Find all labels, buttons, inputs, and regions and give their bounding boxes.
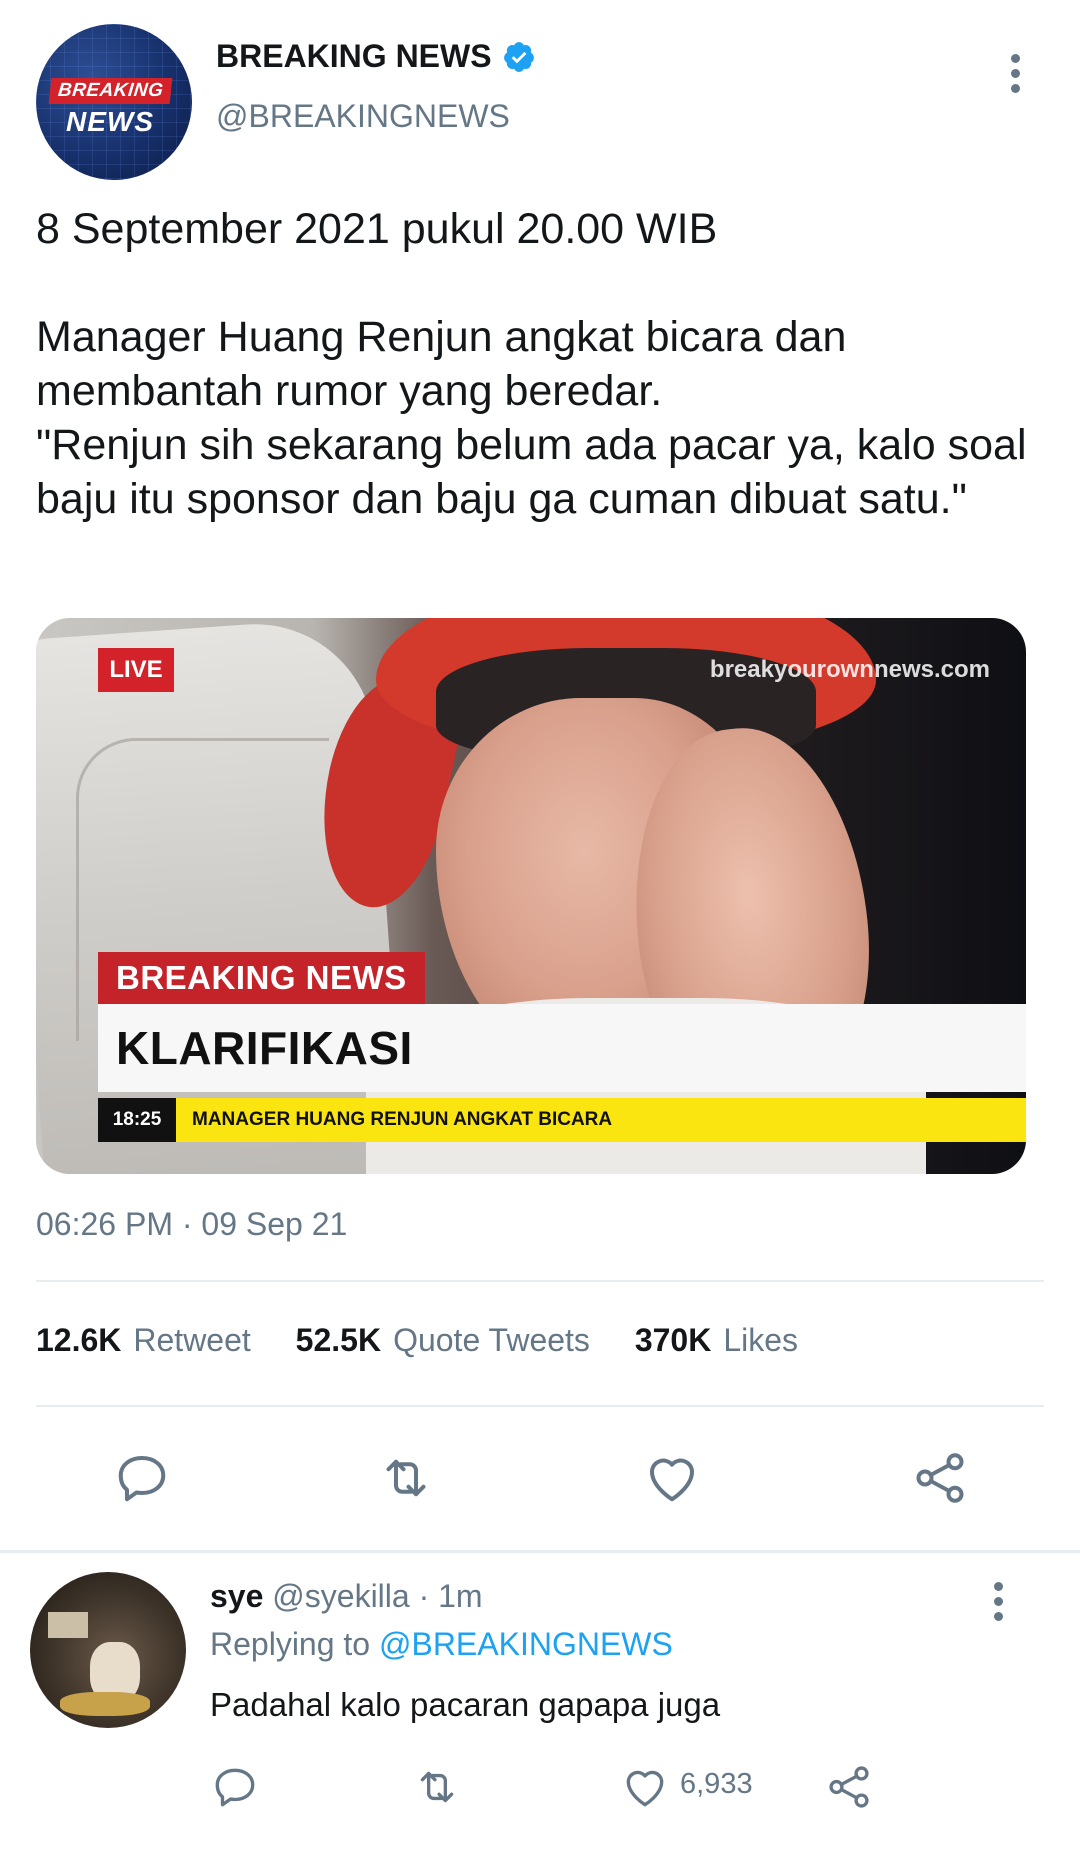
likes-stat[interactable]: 370K Likes (635, 1322, 798, 1359)
quote-count: 52.5K (295, 1322, 382, 1358)
reply-reply-icon[interactable] (210, 1762, 260, 1812)
reply-handle-time: @syekilla · 1m (272, 1578, 483, 1614)
reply-display-name[interactable]: sye (210, 1578, 263, 1614)
like-icon[interactable] (642, 1448, 702, 1508)
media-headline: KLARIFIKASI (116, 1022, 413, 1074)
ticker-bar: MANAGER HUANG RENJUN ANGKAT BICARA (176, 1098, 1026, 1142)
reply-share-icon[interactable] (824, 1762, 874, 1812)
media-watermark: breakyourownnews.com (709, 656, 990, 683)
reply-like-count: 6,933 (680, 1768, 753, 1800)
headline-bar: KLARIFIKASI (98, 1004, 1026, 1092)
reply-more-options-icon[interactable] (987, 1580, 1011, 1624)
replying-prefix: Replying to (210, 1626, 371, 1662)
share-icon[interactable] (910, 1448, 970, 1508)
reply-retweet-icon[interactable] (412, 1762, 462, 1812)
retweet-icon[interactable] (376, 1448, 436, 1508)
reply-header: sye @syekilla · 1m (210, 1578, 483, 1615)
avatar-logo-bottom: NEWS (66, 106, 154, 137)
likes-count: 370K (634, 1322, 712, 1358)
likes-label: Likes (723, 1322, 799, 1358)
quote-label: Quote Tweets (393, 1322, 590, 1358)
reply-avatar[interactable] (30, 1572, 186, 1728)
tweet-timestamp[interactable]: 06:26 PM · 09 Sep 21 (36, 1206, 347, 1243)
retweet-stat[interactable]: 12.6K Retweet (36, 1322, 251, 1359)
account-handle[interactable]: @BREAKINGNEWS (216, 98, 510, 135)
reply-text: Padahal kalo pacaran gapapa juga (210, 1686, 721, 1723)
retweet-label: Retweet (133, 1322, 251, 1358)
display-name[interactable]: BREAKING NEWS (216, 38, 492, 75)
live-badge: LIVE (98, 648, 174, 692)
breaking-news-label: BREAKING NEWS (98, 952, 425, 1004)
divider (36, 1280, 1044, 1282)
replying-to-line: Replying to @BREAKINGNEWS (210, 1626, 673, 1663)
tweet-media-image[interactable]: LIVE breakyourownnews.com BREAKING NEWS … (36, 618, 1026, 1174)
retweet-count: 12.6K (36, 1322, 122, 1358)
avatar-logo-top: BREAKING (48, 78, 173, 104)
tweet-text: 8 September 2021 pukul 20.00 WIB Manager… (36, 205, 1027, 523)
section-divider (0, 1550, 1080, 1553)
ticker-time: 18:25 (98, 1098, 176, 1142)
tweet-stats: 12.6K Retweet 52.5K Quote Tweets 370K Likes (36, 1322, 834, 1359)
account-avatar[interactable]: BREAKING NEWS (36, 24, 192, 180)
replying-mention-link[interactable]: @BREAKINGNEWS (379, 1626, 673, 1662)
more-options-icon[interactable] (1004, 52, 1028, 96)
quote-stat[interactable]: 52.5K Quote Tweets (296, 1322, 590, 1359)
verified-badge-icon (504, 42, 534, 72)
divider (36, 1405, 1044, 1407)
ticker-text: MANAGER HUANG RENJUN ANGKAT BICARA (192, 1109, 613, 1130)
reply-like-icon[interactable] (620, 1762, 670, 1812)
reply-icon[interactable] (112, 1448, 172, 1508)
